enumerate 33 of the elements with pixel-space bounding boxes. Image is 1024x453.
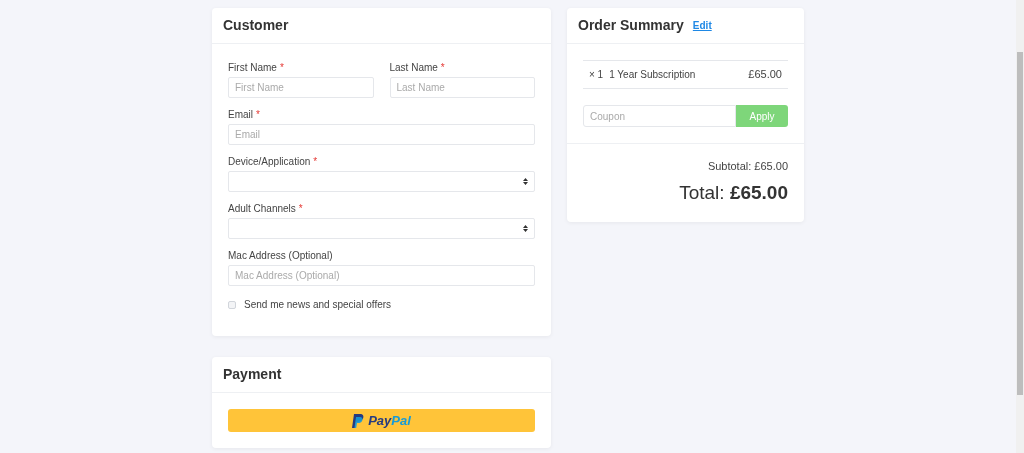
coupon-field[interactable]: Coupon bbox=[583, 105, 736, 127]
edit-link[interactable]: Edit bbox=[692, 18, 712, 33]
sort-caret-icon bbox=[523, 225, 528, 232]
paypal-logo-icon bbox=[352, 413, 365, 428]
total-text: Total: £65.00 bbox=[679, 180, 788, 205]
field-label: First Name bbox=[228, 62, 277, 73]
checkbox[interactable] bbox=[228, 300, 236, 309]
input-field[interactable]: Email bbox=[228, 124, 535, 145]
required-mark: * bbox=[256, 109, 260, 120]
item-price: £65.00 bbox=[748, 67, 782, 83]
sort-caret-icon bbox=[523, 178, 528, 185]
required-mark: * bbox=[298, 203, 303, 214]
field-label: Adult Channels bbox=[228, 203, 296, 214]
card-title: Payment bbox=[223, 365, 282, 384]
input-field[interactable]: First Name bbox=[228, 77, 374, 98]
input-field[interactable]: Last Name bbox=[389, 77, 535, 98]
checkbox-label: Send me news and special offers bbox=[244, 298, 392, 312]
field-label: Device/Application bbox=[228, 156, 311, 167]
field-label: Email bbox=[228, 109, 253, 120]
input-field[interactable]: Mac Address (Optional) bbox=[228, 265, 535, 286]
card-title: Order Summary bbox=[578, 16, 684, 35]
subtotal-text: Subtotal: £65.00 bbox=[707, 159, 788, 174]
select-field[interactable] bbox=[228, 218, 535, 239]
required-mark: * bbox=[279, 62, 284, 73]
required-mark: * bbox=[313, 156, 318, 167]
card-title: Customer bbox=[223, 16, 289, 35]
field-label: Last Name bbox=[389, 62, 438, 73]
item-quantity: × 1 bbox=[589, 68, 604, 82]
select-field[interactable] bbox=[228, 171, 535, 192]
required-mark: * bbox=[440, 62, 445, 73]
field-label: Mac Address (Optional) bbox=[228, 249, 334, 260]
item-name: 1 Year Subscription bbox=[609, 68, 697, 82]
paypal-button[interactable]: PayPal bbox=[228, 409, 535, 432]
